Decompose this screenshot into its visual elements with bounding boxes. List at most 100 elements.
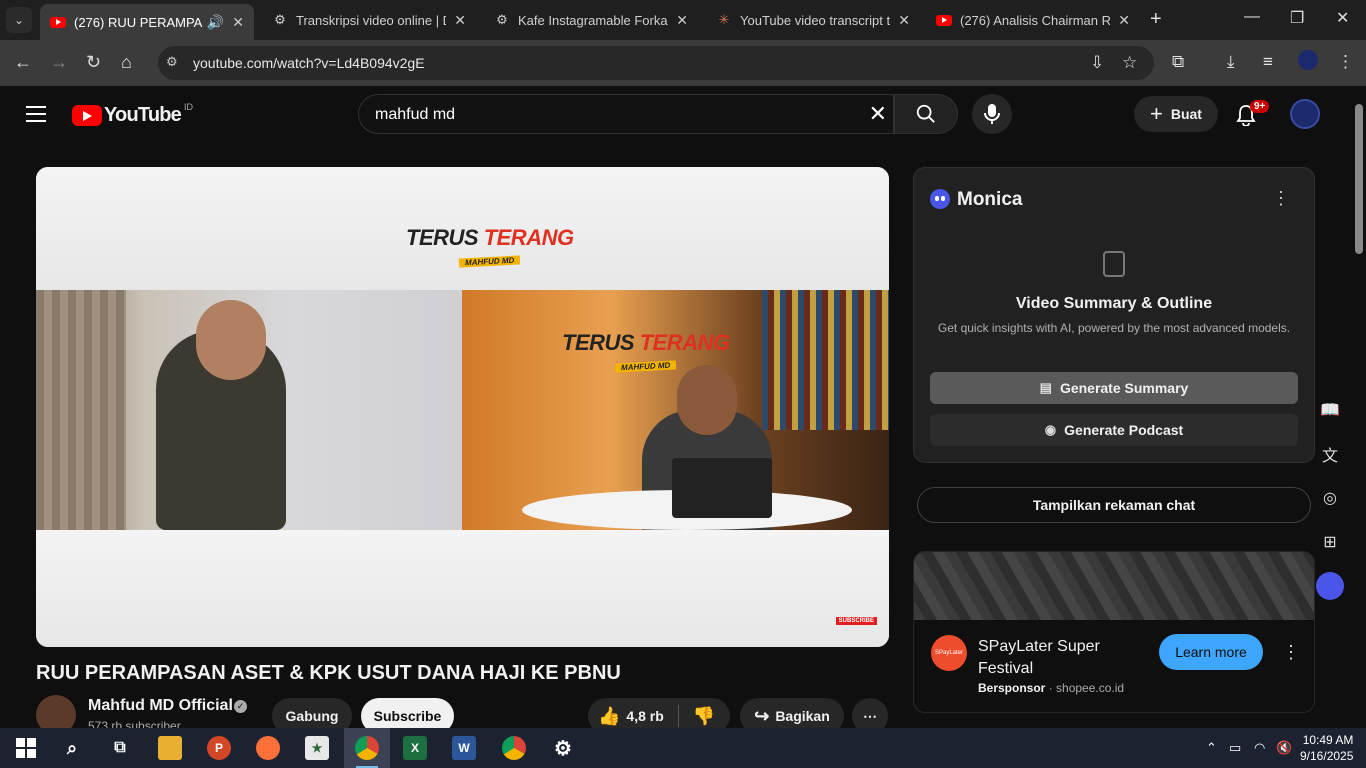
home-icon[interactable]: ⌂ — [121, 52, 132, 73]
video-player[interactable]: TERUS TERANG MAHFUD MD TERUS TERANG MAHF… — [36, 167, 889, 647]
site-info-icon[interactable]: ⚙ — [166, 54, 184, 72]
install-app-icon[interactable]: ⇩ — [1090, 53, 1104, 73]
show-hidden-icons[interactable]: ⌃ — [1206, 740, 1217, 756]
hamburger-menu-icon[interactable] — [26, 106, 46, 122]
monica-menu-icon[interactable]: ⋮ — [1272, 188, 1290, 209]
tab-kafe[interactable]: ⚙ Kafe Instagramable Forkastg ✕ — [484, 4, 698, 36]
system-clock[interactable]: 10:49 AM 9/16/2025 — [1300, 732, 1353, 764]
summary-subheading: Get quick insights with AI, powered by t… — [937, 321, 1291, 335]
podcast-side-icon[interactable]: ◎ — [1316, 484, 1344, 512]
generate-podcast-button[interactable]: ◉ Generate Podcast — [930, 414, 1298, 446]
speaker-icon[interactable]: 🔊 — [207, 14, 224, 31]
youtube-header: YouTube ID mahfud md ✕ + Buat 9+ — [0, 86, 1366, 144]
voice-search-button[interactable] — [972, 94, 1012, 134]
generate-summary-button[interactable]: ▤ Generate Summary — [930, 372, 1298, 404]
translate-icon[interactable]: 文 — [1316, 440, 1344, 468]
tab-youtube-active[interactable]: (276) RUU PERAMPASAN ASE 🔊 ✕ — [40, 4, 254, 40]
search-button[interactable] — [894, 94, 958, 134]
like-count[interactable]: 4,8 rb — [626, 708, 663, 724]
close-tab-icon[interactable]: ✕ — [454, 12, 466, 29]
back-icon[interactable]: ← — [14, 52, 32, 73]
pinned-app-icon[interactable]: ★ — [305, 736, 329, 760]
page-scrollbar[interactable] — [1352, 90, 1366, 726]
close-window-icon[interactable]: ✕ — [1336, 8, 1349, 28]
summary-heading: Video Summary & Outline — [1015, 295, 1213, 312]
dislike-icon[interactable]: 👎 — [693, 706, 715, 727]
show-chat-replay-button[interactable]: Tampilkan rekaman chat — [917, 487, 1311, 523]
file-explorer-icon[interactable] — [158, 736, 182, 760]
reload-icon[interactable]: ↻ — [86, 52, 101, 73]
new-tab-button[interactable]: + — [1150, 8, 1162, 31]
search-input[interactable]: mahfud md ✕ — [358, 94, 894, 134]
tab-transkripsi[interactable]: ⚙ Transkripsi video online | Des ✕ — [262, 4, 476, 36]
excel-icon[interactable]: X — [403, 736, 427, 760]
close-tab-icon[interactable]: ✕ — [1118, 12, 1130, 29]
tab-title: (276) Analisis Chairman Rock — [960, 12, 1111, 28]
menu-kebab-icon[interactable]: ⋮ — [1337, 52, 1354, 72]
apps-icon[interactable]: ⊞ — [1316, 528, 1344, 556]
youtube-icon — [50, 14, 66, 30]
youtube-logo[interactable]: YouTube ID — [72, 101, 193, 127]
create-label: Buat — [1170, 106, 1202, 122]
media-control-icon[interactable]: ≡ — [1263, 52, 1273, 72]
ad-banner-image[interactable] — [914, 552, 1314, 620]
plus-icon: + — [1150, 101, 1163, 126]
podcast-icon: ◉ — [1044, 422, 1057, 437]
minimize-icon[interactable]: — — [1244, 8, 1260, 26]
windows-start-icon[interactable] — [14, 736, 38, 760]
divider — [677, 705, 679, 727]
create-button[interactable]: + Buat — [1134, 96, 1218, 132]
ad-title[interactable]: SPayLater Super Festival — [978, 636, 1148, 680]
video-bottom-band — [36, 530, 889, 647]
country-code: ID — [183, 101, 193, 112]
generate-summary-label: Generate Summary — [1059, 380, 1189, 396]
task-view-icon[interactable]: ⧉ — [108, 736, 132, 760]
scrollbar-thumb[interactable] — [1355, 104, 1363, 254]
profile-avatar-icon[interactable] — [1298, 50, 1318, 70]
like-icon[interactable]: 👍 — [598, 706, 620, 727]
wifi-icon[interactable]: ◠ — [1254, 740, 1265, 756]
close-tab-icon[interactable]: ✕ — [676, 12, 688, 29]
close-tab-icon[interactable]: ✕ — [232, 14, 244, 31]
clear-search-icon[interactable]: ✕ — [869, 101, 887, 127]
host-camera-frame: TERUS TERANG MAHFUD MD — [462, 290, 889, 530]
tab-title: Transkripsi video online | Des — [296, 12, 446, 28]
ad-menu-icon[interactable]: ⋮ — [1282, 642, 1300, 663]
search-icon — [916, 104, 935, 123]
search-query: mahfud md — [375, 106, 456, 123]
learn-more-button[interactable]: Learn more — [1159, 634, 1263, 670]
monica-logo-icon — [930, 189, 950, 209]
search-taskbar-icon[interactable]: ⌕ — [60, 736, 84, 760]
youtube-icon — [936, 12, 952, 28]
tab-search-button[interactable]: ⌄ — [6, 7, 32, 33]
close-tab-icon[interactable]: ✕ — [898, 12, 910, 29]
tab-analisis[interactable]: (276) Analisis Chairman Rock ✕ — [926, 4, 1140, 36]
tab-title: Kafe Instagramable Forkastg — [518, 12, 669, 28]
extensions-icon[interactable]: ⧉ — [1172, 52, 1184, 72]
download-icon[interactable]: ⤓ — [1227, 52, 1235, 72]
sponsored-ad[interactable]: SPayLater SPayLater Super Festival Bersp… — [913, 551, 1315, 713]
volume-muted-icon[interactable]: 🔇 — [1276, 740, 1292, 756]
settings-gear-icon[interactable]: ⚙ — [551, 736, 575, 760]
battery-icon[interactable]: ▭ — [1229, 740, 1241, 756]
summary-icon: ▤ — [1039, 380, 1052, 395]
chrome-icon[interactable] — [355, 736, 379, 760]
monica-launcher-icon[interactable] — [1316, 572, 1344, 600]
subscribe-label: Subscribe — [373, 708, 442, 724]
restore-icon[interactable]: ❐ — [1290, 8, 1304, 28]
firefox-icon[interactable] — [256, 736, 280, 760]
powerpoint-icon[interactable]: P — [207, 736, 231, 760]
forward-icon[interactable]: → — [50, 52, 68, 73]
channel-name[interactable]: Mahfud MD Official — [88, 697, 233, 715]
account-avatar[interactable] — [1290, 99, 1320, 129]
tab-title: YouTube video transcript to — [740, 12, 891, 28]
tab-transcript[interactable]: ✳ YouTube video transcript to ✕ — [706, 4, 920, 36]
spaylater-logo[interactable]: SPayLater — [931, 635, 967, 671]
claude-icon: ✳ — [718, 12, 730, 27]
bookmark-star-icon[interactable]: ☆ — [1122, 53, 1137, 73]
chrome-profile-icon[interactable] — [502, 736, 526, 760]
reader-icon[interactable]: 📖 — [1316, 396, 1344, 424]
ad-sponsor-line: Bersponsor · shopee.co.id — [978, 681, 1125, 695]
word-icon[interactable]: W — [452, 736, 476, 760]
address-bar[interactable]: ⚙ youtube.com/watch?v=Ld4B094v2gE ⇩ ☆ — [158, 46, 1154, 80]
